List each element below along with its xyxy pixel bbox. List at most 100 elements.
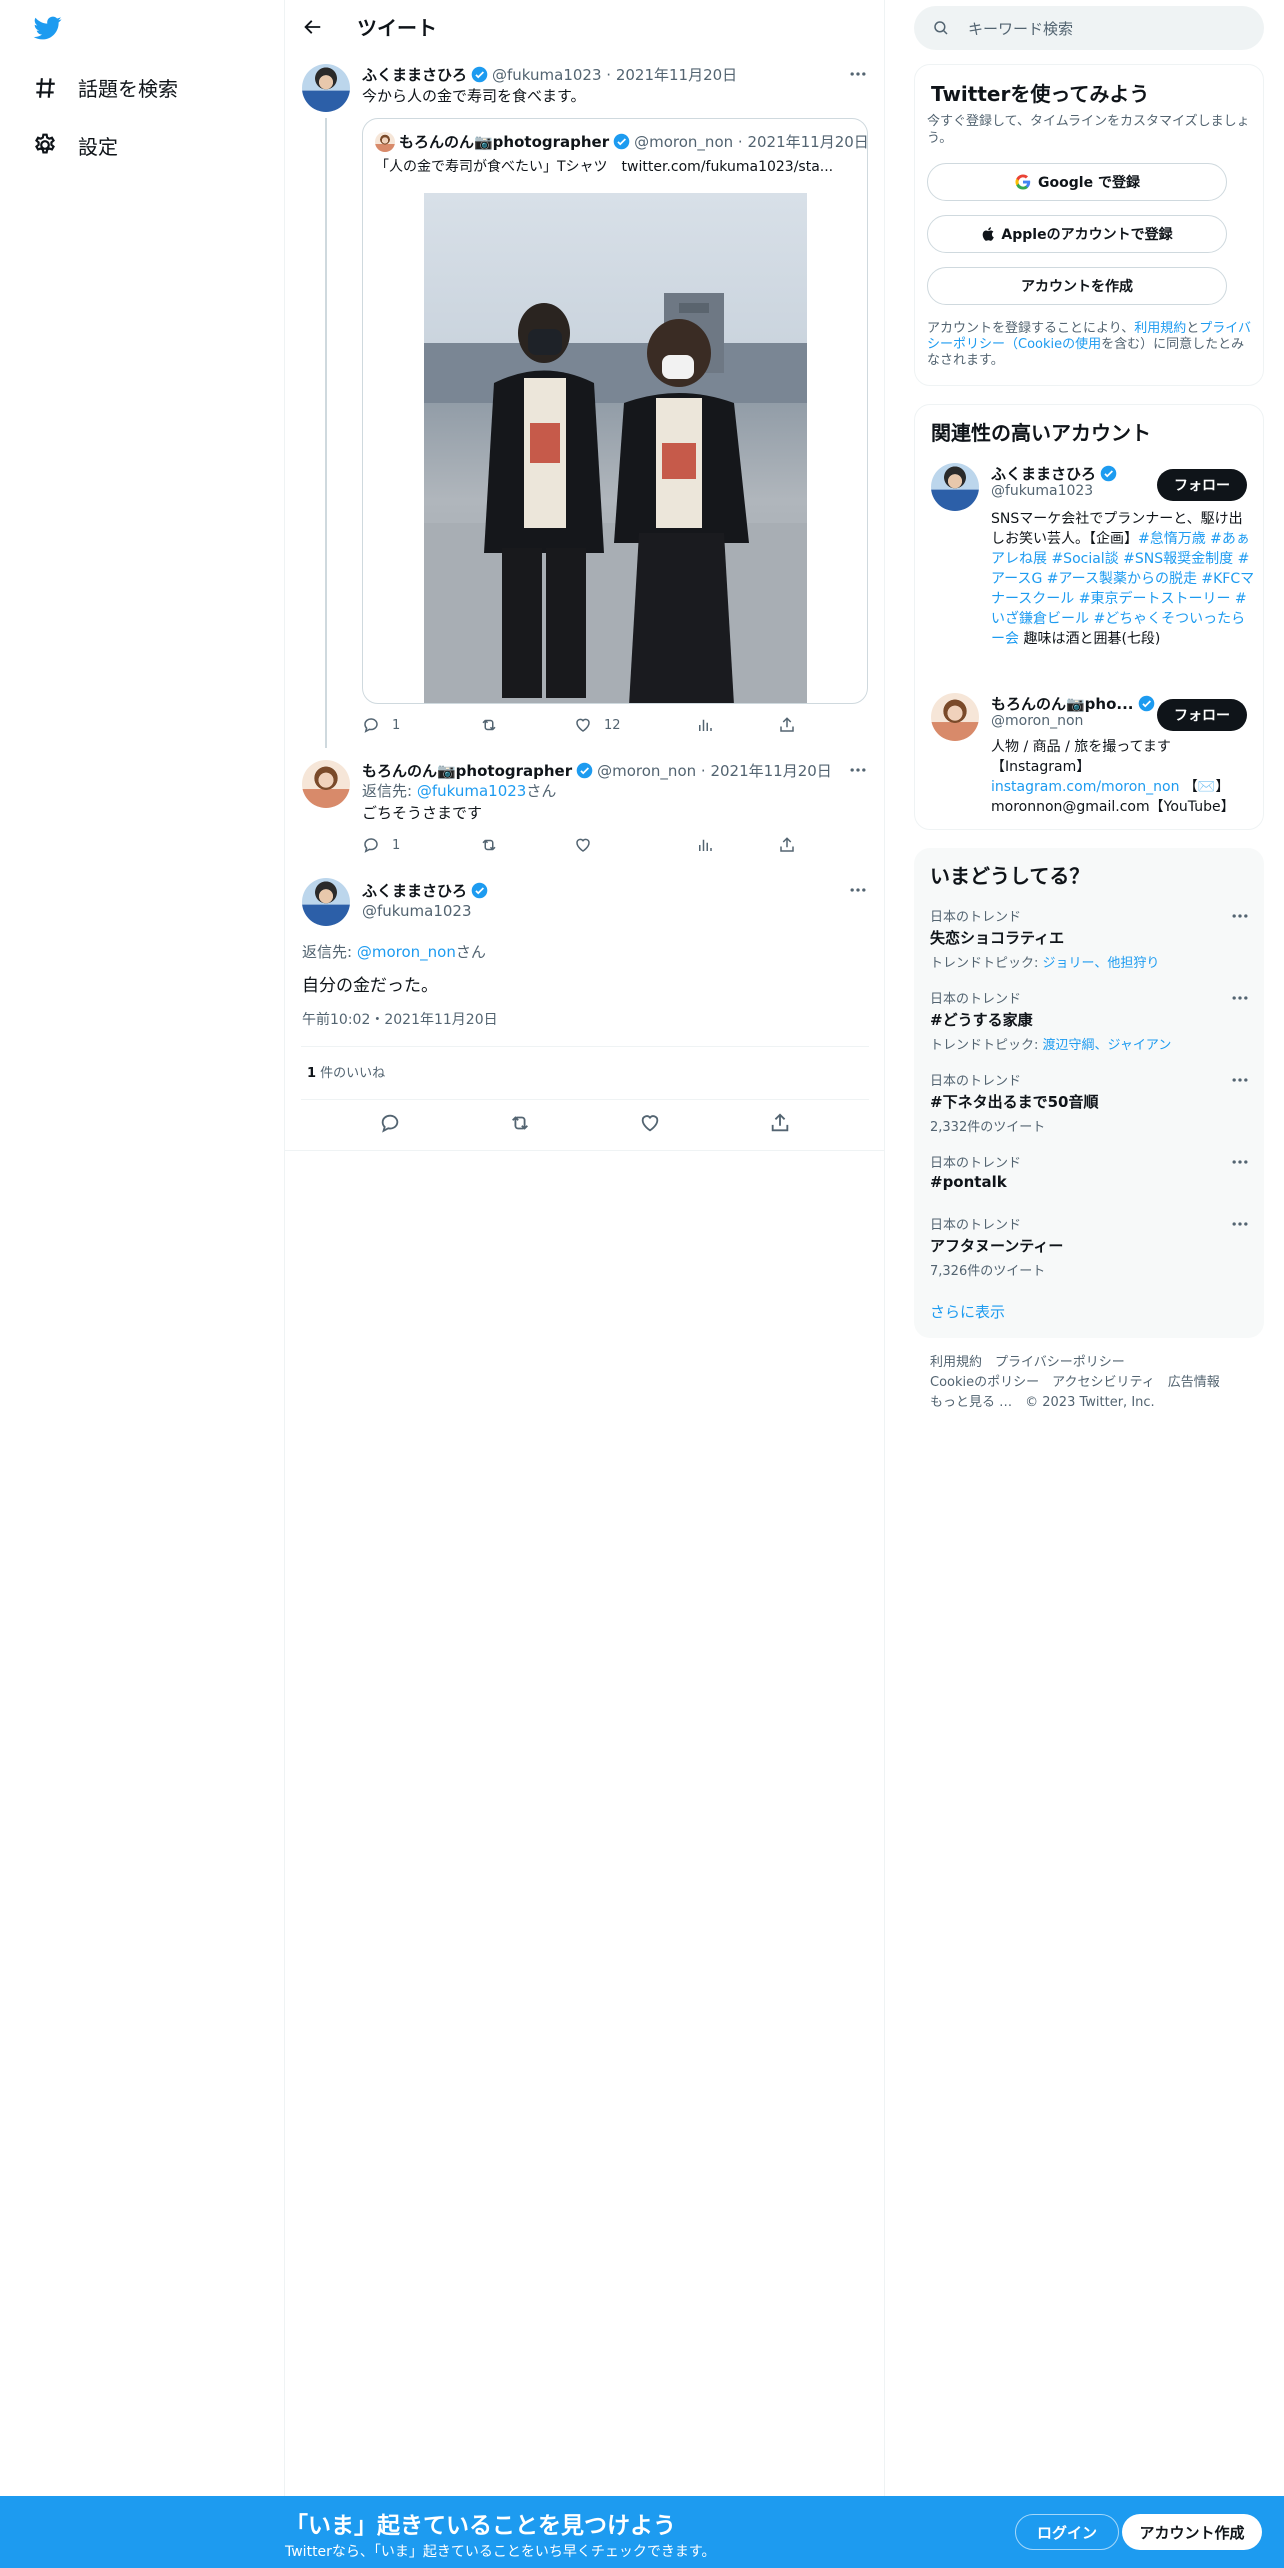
trend-item[interactable]: 日本のトレンド 失恋ショコラティエ トレンドトピック: ジョリー、他担狩り: [930, 906, 1250, 971]
like-button[interactable]: [574, 836, 696, 854]
like-button[interactable]: 12: [574, 716, 696, 734]
google-signup-button[interactable]: Google で登録: [927, 163, 1227, 201]
create-account-button[interactable]: アカウントを作成: [927, 267, 1227, 305]
avatar[interactable]: [931, 463, 979, 511]
footer-line-1[interactable]: 利用規約 プライバシーポリシー: [930, 1353, 1220, 1373]
follow-button[interactable]: フォロー: [1157, 469, 1247, 501]
trend-item[interactable]: 日本のトレンド #下ネタ出るまで50音順 2,332件のツイート: [930, 1070, 1250, 1135]
share-button[interactable]: [778, 836, 808, 854]
trend-topics-links[interactable]: 渡辺守綱、ジャイアン: [1043, 1038, 1172, 1053]
retweet-button[interactable]: [480, 716, 574, 734]
divider: [301, 1046, 869, 1047]
signup-card: Twitterを使ってみよう 今すぐ登録して、タイムラインをカスタマイズしましょ…: [914, 64, 1264, 386]
bio-text: 人物 / 商品 / 旅を撮ってます【Instagram】: [991, 739, 1171, 775]
author-name[interactable]: ふくままさひろ: [362, 880, 467, 901]
analytics-button[interactable]: [696, 716, 778, 734]
trend-context: 日本のトレンド: [930, 992, 1022, 1007]
tweet-date[interactable]: 2021年11月20日: [710, 760, 831, 781]
share-icon: [780, 717, 794, 732]
author-handle[interactable]: @fukuma1023: [492, 66, 602, 84]
bio-link[interactable]: instagram.com/moron_non: [991, 779, 1179, 795]
back-arrow-icon[interactable]: [301, 16, 323, 38]
likes-summary[interactable]: 1 件のいいね: [307, 1064, 385, 1084]
tweet-text: ごちそうさまです: [362, 804, 483, 822]
terms-link[interactable]: 利用規約: [1134, 321, 1186, 336]
reply-icon[interactable]: [379, 1112, 401, 1134]
search-bar[interactable]: キーワード検索: [914, 6, 1264, 50]
trends-card: いまどうしてる？ 日本のトレンド 失恋ショコラティエ トレンドトピック: ジョリ…: [914, 848, 1264, 1338]
trend-item[interactable]: 日本のトレンド アフタヌーンティー 7,326件のツイート: [930, 1214, 1250, 1279]
more-options-icon[interactable]: [848, 760, 868, 780]
avatar[interactable]: [931, 693, 979, 741]
reply-button[interactable]: 1: [362, 836, 480, 854]
author-handle[interactable]: @moron_non: [597, 762, 696, 780]
analytics-icon: [699, 719, 712, 731]
account-handle[interactable]: @fukuma1023: [991, 483, 1093, 499]
reply-button[interactable]: 1: [362, 716, 480, 734]
apple-signup-button[interactable]: Appleのアカウントで登録: [927, 215, 1227, 253]
trend-topics-prefix: トレンドトピック:: [930, 956, 1043, 971]
tweet-date[interactable]: 2021年11月20日: [616, 64, 737, 85]
signup-terms: アカウントを登録することにより、利用規約とプライバシーポリシー（Cookieの使…: [927, 321, 1253, 369]
more-options-icon[interactable]: [1230, 1214, 1250, 1234]
login-button[interactable]: ログイン: [1015, 2514, 1119, 2550]
more-options-icon[interactable]: [1230, 906, 1250, 926]
reply-suffix: さん: [455, 943, 486, 961]
more-options-icon[interactable]: [848, 880, 868, 900]
nav-settings[interactable]: 設定: [32, 125, 118, 165]
trend-topics-links[interactable]: ジョリー、他担狩り: [1043, 956, 1160, 971]
quoted-tweet[interactable]: もろんのん📷photographer @moron_non · 2021年11月…: [362, 118, 868, 704]
trend-item[interactable]: 日本のトレンド #どうする家康 トレンドトピック: 渡辺守綱、ジャイアン: [930, 988, 1250, 1053]
quote-avatar: [375, 131, 395, 152]
bio-hashtags[interactable]: #怠惰万歳 #あぁアレね展 #Social談 #SNS報奨金制度 #アースG #…: [991, 531, 1254, 647]
more-options-icon[interactable]: [1230, 1152, 1250, 1172]
avatar[interactable]: [302, 878, 350, 926]
twitter-logo-icon[interactable]: [32, 14, 64, 42]
more-options-icon[interactable]: [1230, 988, 1250, 1008]
account-handle[interactable]: @moron_non: [991, 713, 1083, 729]
avatar[interactable]: [302, 64, 350, 112]
author-name[interactable]: ふくままさひろ: [362, 64, 467, 85]
share-button[interactable]: [778, 716, 808, 734]
reply-to-link[interactable]: @moron_non: [357, 943, 456, 961]
google-icon: [1015, 174, 1031, 190]
main-column: ツイート ふくままさひろ @fukuma1023 · 2021年11月20日 今…: [285, 0, 885, 2568]
footer-links[interactable]: 利用規約 プライバシーポリシー Cookieのポリシー アクセシビリティ 広告情…: [930, 1353, 1220, 1413]
heart-icon[interactable]: [639, 1112, 661, 1134]
footer-line-2[interactable]: Cookieのポリシー アクセシビリティ 広告情報: [930, 1373, 1220, 1393]
author-handle[interactable]: @fukuma1023: [362, 902, 472, 920]
retweet-button[interactable]: [480, 836, 574, 854]
retweet-icon[interactable]: [509, 1112, 531, 1134]
trend-title: 失恋ショコラティエ: [930, 929, 1065, 947]
author-name[interactable]: もろんのん📷photographer: [362, 760, 572, 781]
reply-to-link[interactable]: @fukuma1023: [417, 782, 527, 800]
more-options-icon[interactable]: [1230, 1070, 1250, 1090]
avatar[interactable]: [302, 760, 350, 808]
tweet-timestamp[interactable]: 午前10:02・2021年11月20日: [302, 1010, 498, 1030]
trend-title: アフタヌーンティー: [930, 1237, 1064, 1255]
trends-title: いまどうしてる？: [930, 864, 1090, 888]
account-bio: 人物 / 商品 / 旅を撮ってます【Instagram】 instagram.co…: [991, 737, 1255, 817]
footer-line-3[interactable]: もっと見る … © 2023 Twitter, Inc.: [930, 1393, 1220, 1413]
retweet-icon: [482, 839, 496, 851]
share-icon[interactable]: [769, 1112, 791, 1134]
nav-explore-label: 話題を検索: [78, 76, 178, 101]
divider: [301, 1099, 869, 1100]
banner-subtext: Twitterなら、「いま」起きていることをいち早くチェックできます。: [285, 2544, 716, 2560]
verified-badge-icon: [1100, 465, 1117, 482]
like-count: 12: [604, 717, 621, 733]
account-name[interactable]: ふくままさひろ: [991, 463, 1096, 484]
account-name[interactable]: もろんのん📷pho...: [991, 693, 1134, 714]
reply-to-line: 返信先: @fukuma1023さん: [362, 781, 556, 801]
follow-button[interactable]: フォロー: [1157, 699, 1247, 731]
more-options-icon[interactable]: [848, 64, 868, 84]
analytics-button[interactable]: [696, 836, 778, 854]
show-more-link[interactable]: さらに表示: [930, 1302, 1005, 1322]
tweet-actions: 1: [362, 836, 808, 854]
page-title: ツイート: [357, 16, 437, 40]
tweet-photo[interactable]: [424, 193, 807, 703]
signup-button[interactable]: アカウント作成: [1122, 2514, 1262, 2550]
quote-text: 「人の金で寿司が食べたい」Tシャツ twitter.com/fukuma1023…: [375, 159, 834, 175]
nav-explore[interactable]: 話題を検索: [32, 67, 178, 107]
trend-item[interactable]: 日本のトレンド #pontalk: [930, 1152, 1250, 1191]
